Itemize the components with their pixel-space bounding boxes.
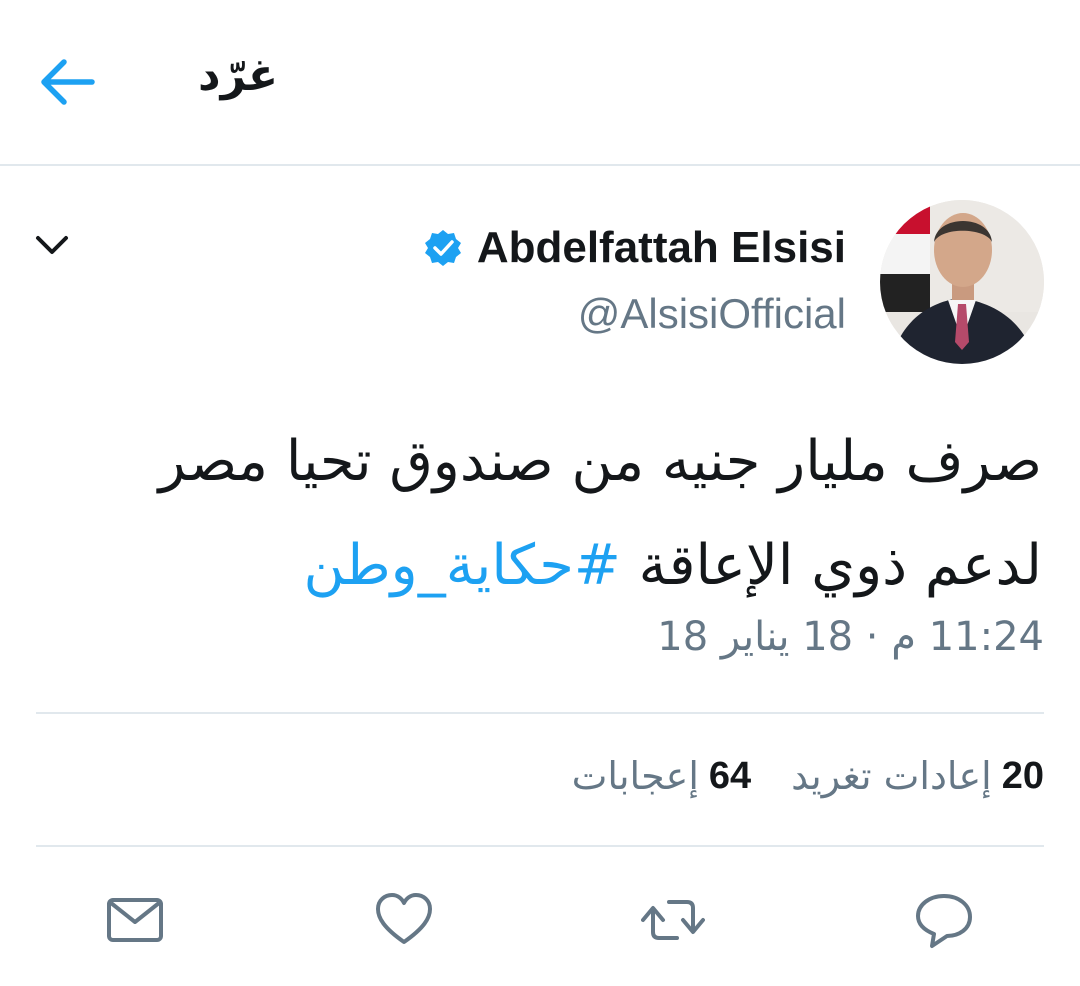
chevron-down-icon[interactable] — [32, 228, 72, 264]
likes-label: إعجابات — [571, 754, 699, 798]
divider — [36, 712, 1044, 714]
author-name-row[interactable]: Abdelfattah Elsisi — [423, 222, 846, 274]
author-display-name: Abdelfattah Elsisi — [476, 223, 846, 272]
tweet-text: صرف مليار جنيه من صندوق تحيا مصر لدعم ذو… — [32, 410, 1042, 618]
retweet-icon[interactable] — [641, 888, 705, 952]
divider — [36, 845, 1044, 847]
page-title: غرّد — [198, 50, 279, 101]
back-arrow-icon[interactable] — [36, 52, 100, 112]
like-icon[interactable] — [372, 888, 436, 952]
retweets-count: 20 — [1001, 754, 1044, 797]
likes-count: 64 — [708, 754, 752, 797]
verified-badge-icon — [423, 228, 463, 268]
top-bar: غرّد — [0, 0, 1080, 166]
tweet-stats: 20 إعادات تغريد 64 إعجابات — [532, 750, 1044, 802]
reply-icon[interactable] — [912, 888, 976, 952]
avatar[interactable] — [880, 200, 1044, 364]
retweets-label: إعادات تغريد — [791, 754, 992, 798]
author-handle[interactable]: @AlsisiOfficial — [578, 290, 846, 338]
share-dm-icon[interactable] — [103, 888, 167, 952]
tweet-timestamp: 11:24 م · 18 يناير 18 — [657, 614, 1044, 660]
likes-stat[interactable]: 64 إعجابات — [572, 754, 752, 798]
retweets-stat[interactable]: 20 إعادات تغريد — [791, 754, 1044, 798]
hashtag-link[interactable]: #حكاية_وطن — [303, 533, 620, 598]
